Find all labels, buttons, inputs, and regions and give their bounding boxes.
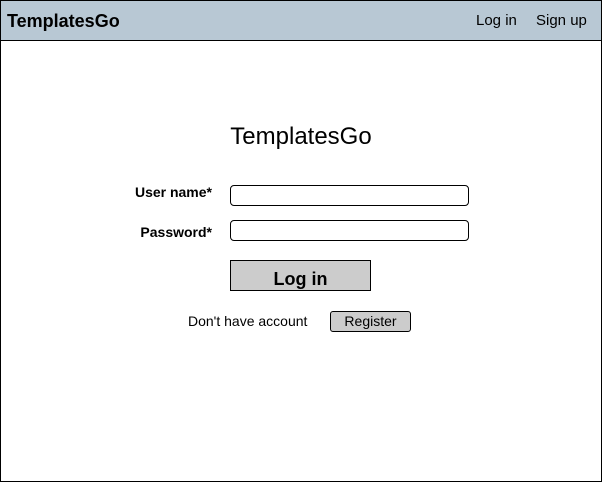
page-title: TemplatesGo — [230, 123, 372, 150]
nav-login-link[interactable]: Log in — [476, 11, 517, 31]
login-page: TemplatesGo Log in Sign up TemplatesGo U… — [0, 0, 602, 482]
password-input[interactable] — [230, 220, 469, 241]
password-label: Password* — [140, 224, 212, 240]
register-prompt-text: Don't have account — [188, 313, 308, 329]
nav-signup-link[interactable]: Sign up — [536, 11, 587, 31]
username-label: User name* — [134, 184, 212, 200]
login-submit-button[interactable]: Log in — [230, 260, 371, 291]
brand-logo-text[interactable]: TemplatesGo — [7, 10, 120, 32]
username-input[interactable] — [230, 185, 469, 206]
register-button[interactable]: Register — [330, 311, 411, 332]
top-navigation-bar: TemplatesGo Log in Sign up — [1, 1, 601, 41]
